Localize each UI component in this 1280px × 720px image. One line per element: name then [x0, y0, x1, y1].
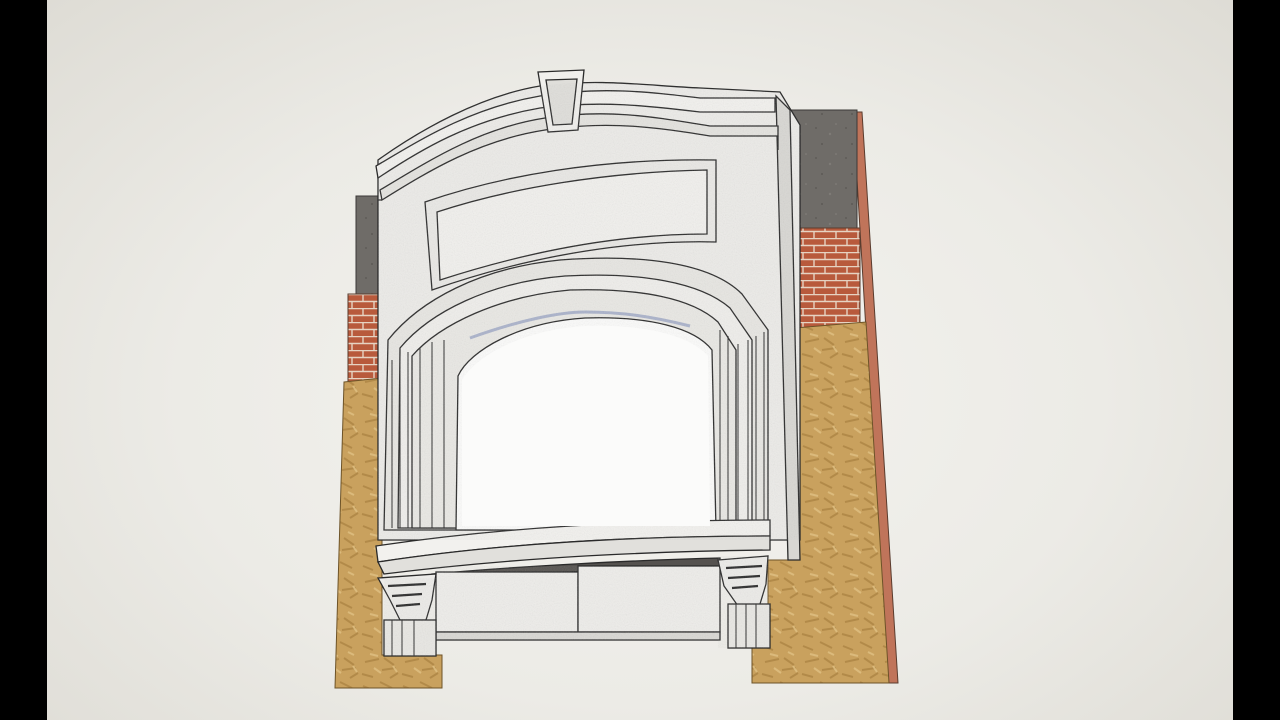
model-viewport[interactable]	[47, 0, 1233, 720]
left-brick-band	[347, 293, 383, 383]
letterbox-right	[1233, 0, 1280, 720]
letterbox-left	[0, 0, 47, 720]
fireplace-model	[334, 69, 899, 689]
firebox-interior	[462, 325, 710, 526]
